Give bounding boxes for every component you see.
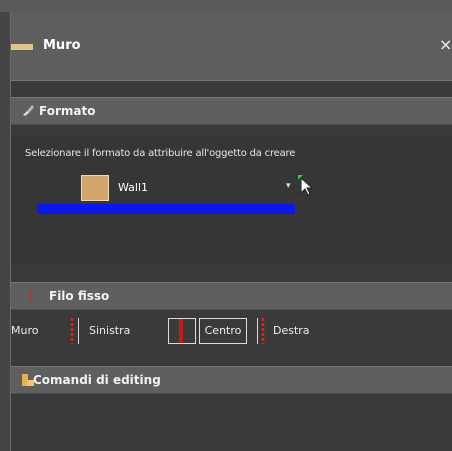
wall-icon (11, 44, 33, 50)
filo-row-label: Muro (11, 324, 39, 337)
left-line-icon[interactable] (70, 318, 74, 344)
right-line-icon[interactable] (261, 318, 265, 344)
panel-titlebar: Muro × (11, 12, 452, 81)
chevron-down-icon[interactable]: ▾ (286, 181, 291, 191)
center-line-icon[interactable] (168, 318, 196, 344)
formato-instruction: Selezionare il formato da attribuire all… (25, 148, 296, 159)
left-dock-edge (0, 12, 10, 451)
panel-title: Muro (43, 38, 81, 53)
option-destra[interactable]: Destra (273, 324, 310, 337)
section-title-filo-fisso: Filo fisso (49, 289, 110, 303)
muro-panel: Muro × Formato Selezionare il formato da… (10, 12, 452, 451)
top-strip (0, 0, 452, 12)
filo-fisso-options: Muro Sinistra Centro Destra (11, 314, 452, 348)
section-title-formato: Formato (39, 104, 96, 118)
red-dotted-line-icon (30, 290, 32, 302)
formato-body: Selezionare il formato da attribuire all… (11, 136, 452, 264)
right-divider (257, 318, 258, 344)
editing-body (11, 404, 452, 451)
section-header-comandi[interactable]: Comandi di editing (11, 366, 452, 394)
left-divider (78, 318, 79, 344)
section-header-filo-fisso[interactable]: Filo fisso (11, 282, 452, 310)
pointer-cursor-icon (298, 175, 314, 196)
option-sinistra[interactable]: Sinistra (89, 324, 130, 337)
section-header-formato[interactable]: Formato (11, 97, 452, 125)
section-title-comandi: Comandi di editing (33, 373, 161, 387)
format-accent-bar (37, 204, 295, 214)
option-centro[interactable]: Centro (199, 318, 247, 344)
format-swatch[interactable] (81, 175, 109, 201)
brush-icon (23, 105, 34, 116)
format-select-value[interactable]: Wall1 (118, 181, 148, 194)
close-button[interactable]: × (439, 35, 452, 54)
